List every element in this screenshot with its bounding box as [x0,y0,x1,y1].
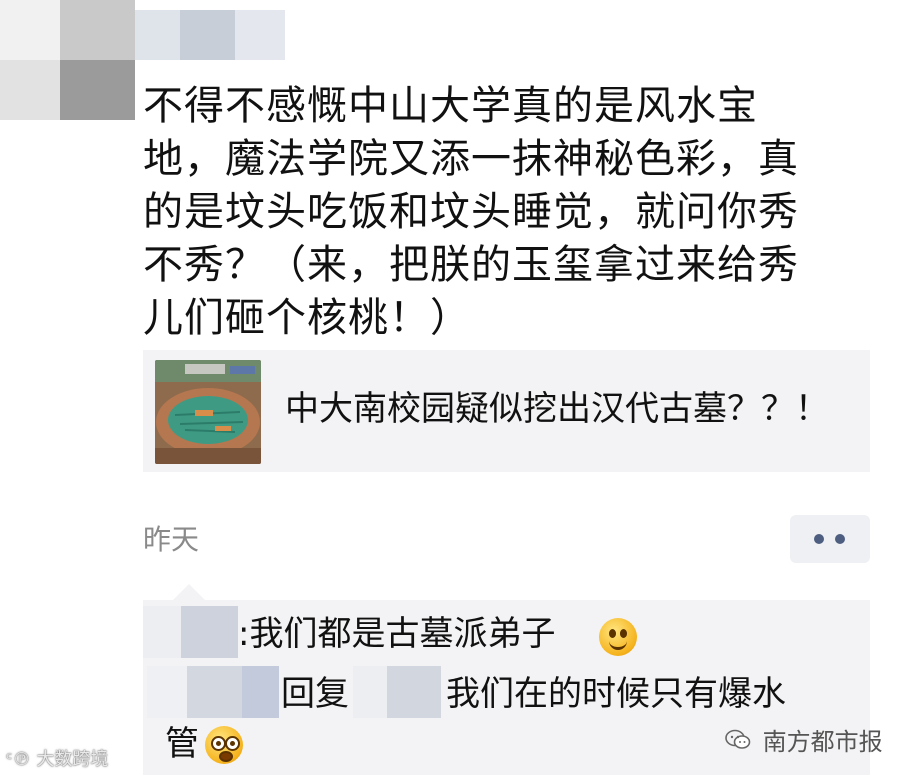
post-timestamp: 昨天 [143,523,200,556]
reply-text-wrap: 管 [165,724,199,764]
wechat-icon [725,729,751,757]
shocked-emoji-icon [205,726,243,764]
shared-link-card[interactable]: 中大南校园疑似挖出汉代古墓？？！ [143,350,870,472]
commenter-name-censored[interactable] [143,606,238,658]
watermark-right: 南方都市报 [725,722,883,757]
comment-text: :我们都是古墓派弟子 [238,614,556,654]
link-title: 中大南校园疑似挖出汉代古墓？？！ [285,389,829,429]
more-actions-button[interactable] [790,515,870,563]
avatar[interactable] [0,0,140,120]
reply-label: 回复 [281,674,349,714]
smile-emoji-icon [599,618,637,656]
post-text: 不得不感慨中山大学真的是风水宝 地，魔法学院又添一抹神秘色彩，真 的是坟头吃饭和… [143,83,799,341]
watermark-left: ᶜ℗ 大数跨境 [6,749,109,770]
reply-author-censored[interactable] [147,666,279,718]
watermark-logo-icon: ᶜ℗ [6,749,31,770]
link-thumbnail [155,360,261,464]
dot-icon [835,534,845,544]
username-censored[interactable] [135,10,285,60]
reply-text: 我们在的时候只有爆水 [446,674,786,714]
dot-icon [814,534,824,544]
reply-target-censored[interactable] [353,666,441,718]
